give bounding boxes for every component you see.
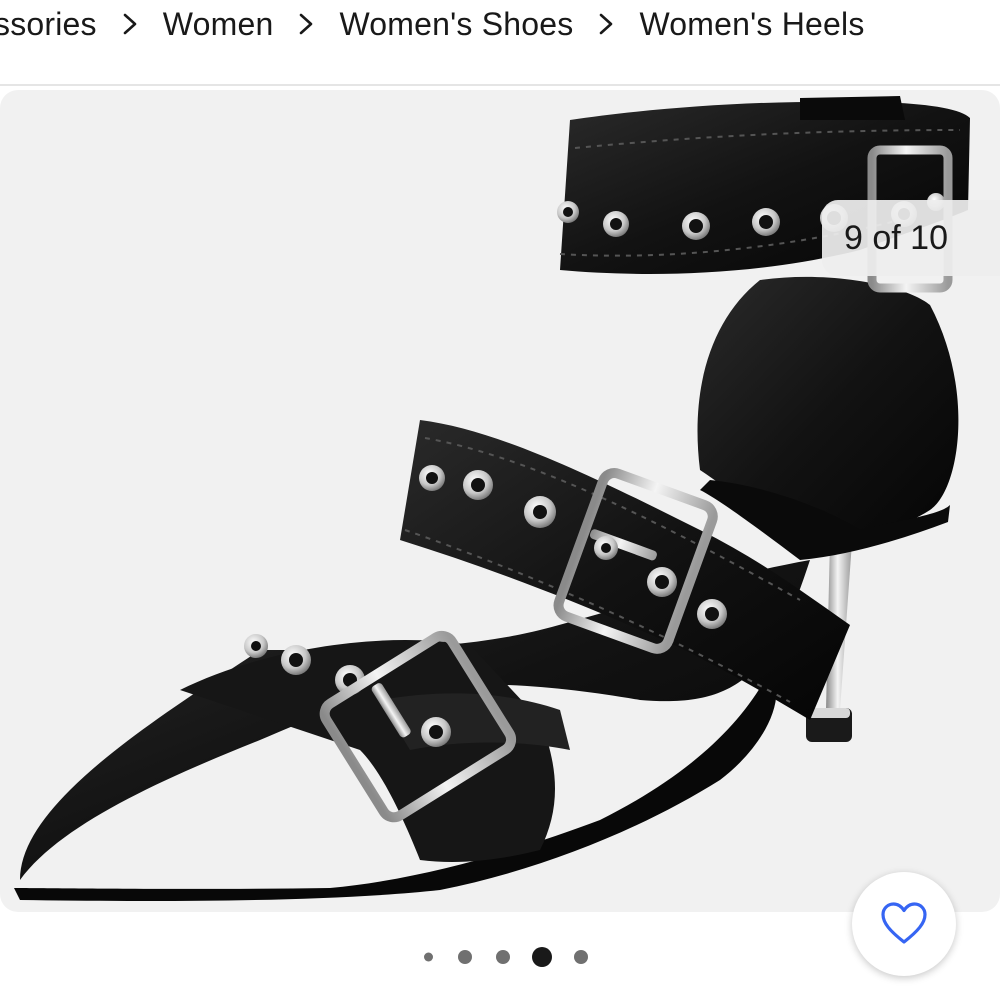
breadcrumb-item-womens-heels[interactable]: Women's Heels [639, 6, 864, 43]
breadcrumb-item-accessories[interactable]: ssories [0, 6, 97, 43]
image-counter: 9 of 10 [822, 200, 1000, 276]
carousel-dot[interactable] [423, 952, 433, 962]
heart-outline-icon [880, 901, 928, 948]
chevron-right-icon [97, 4, 163, 44]
breadcrumb-item-women[interactable]: Women [163, 6, 274, 43]
watch-button[interactable] [852, 872, 956, 976]
chevron-right-icon [273, 4, 339, 44]
carousel-dot-active[interactable] [532, 947, 552, 967]
carousel-dot[interactable] [458, 950, 472, 964]
carousel-dot[interactable] [574, 950, 588, 964]
breadcrumb-item-womens-shoes[interactable]: Women's Shoes [339, 6, 573, 43]
product-image-gallery[interactable]: 9 of 10 [0, 90, 1000, 912]
breadcrumb: ssories Women Women's Shoes Women's Heel… [0, 0, 1000, 86]
carousel-dots [0, 935, 1000, 979]
carousel-dot[interactable] [496, 950, 510, 964]
breadcrumb-track: ssories Women Women's Shoes Women's Heel… [0, 4, 865, 44]
chevron-right-icon [573, 4, 639, 44]
